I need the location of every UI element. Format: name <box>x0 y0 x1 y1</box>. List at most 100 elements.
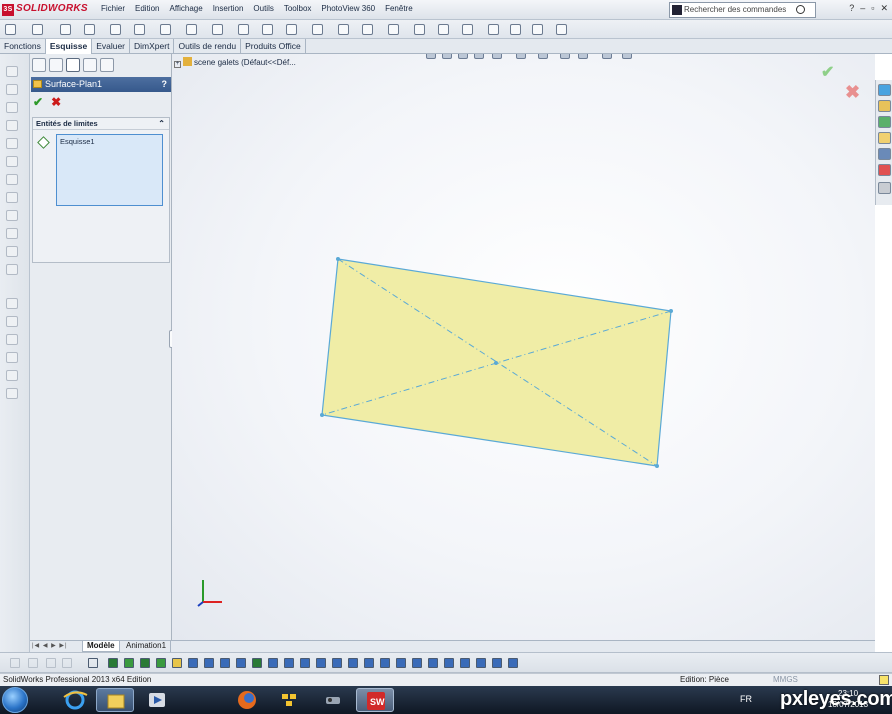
collapse-icon[interactable]: ⌃ <box>158 118 165 130</box>
help-button[interactable]: ? <box>162 77 168 92</box>
previous-view-icon[interactable] <box>458 54 468 59</box>
system-clock[interactable]: 23:10 18/07/2013 <box>828 688 868 710</box>
menu-fichier[interactable]: Fichier <box>96 4 130 13</box>
menu-outils[interactable]: Outils <box>248 4 278 13</box>
table-filter-icon[interactable] <box>428 658 438 668</box>
graphics-area[interactable]: + scene galets (Défaut<<Déf... ✔ ✖ <box>172 54 875 640</box>
routing-filter-icon[interactable] <box>444 658 454 668</box>
rapid-sketch-icon[interactable] <box>556 24 567 35</box>
start-button[interactable] <box>2 687 28 713</box>
chamfer-icon[interactable] <box>6 192 18 203</box>
tab-produits-office[interactable]: Produits Office <box>241 39 306 54</box>
apply-scene-icon[interactable] <box>578 54 588 59</box>
unit-system[interactable]: MMGS <box>773 674 798 686</box>
ok-button[interactable]: ✔ <box>33 95 43 109</box>
slot-icon[interactable] <box>110 24 121 35</box>
file-explorer-icon[interactable] <box>878 116 891 128</box>
confirm-corner-ok-icon[interactable]: ✔ <box>821 62 834 82</box>
help-icon[interactable]: ? <box>849 3 854 14</box>
dimxpert-manager-tab-icon[interactable] <box>83 58 97 72</box>
sketch-icon[interactable] <box>32 24 43 35</box>
move-view-icon[interactable] <box>622 54 632 59</box>
quick-snaps-icon[interactable] <box>532 24 543 35</box>
axis-filter-icon[interactable] <box>188 658 198 668</box>
confirm-corner-cancel-icon[interactable]: ✖ <box>845 82 860 103</box>
sketch-point[interactable] <box>320 413 324 417</box>
trim-icon[interactable] <box>338 24 349 35</box>
feature-manager-tab-icon[interactable] <box>32 58 46 72</box>
tolerance-filter-icon[interactable] <box>316 658 326 668</box>
firefox-icon[interactable] <box>228 688 266 712</box>
sketch-filter-icon[interactable] <box>108 658 118 668</box>
filter-edges-icon[interactable] <box>28 658 38 668</box>
feature-tree-root[interactable]: + scene galets (Défaut<<Déf... <box>174 57 296 68</box>
repair-sketch-icon[interactable] <box>510 24 521 35</box>
edit-appearance-icon[interactable] <box>560 54 570 59</box>
line-icon[interactable] <box>60 24 71 35</box>
menu-fenetre[interactable]: Fenêtre <box>380 4 418 13</box>
expand-icon[interactable]: + <box>174 61 181 68</box>
draft-icon[interactable] <box>6 228 18 239</box>
tab-evaluer[interactable]: Evaluer <box>92 39 131 54</box>
display-relations-icon[interactable] <box>488 24 499 35</box>
point-icon[interactable] <box>312 24 323 35</box>
appearances-icon[interactable] <box>878 148 891 160</box>
pattern-icon[interactable] <box>6 334 18 345</box>
menu-edition[interactable]: Edition <box>130 4 164 13</box>
cosmetic-thread-filter-icon[interactable] <box>348 658 358 668</box>
display-manager-tab-icon[interactable] <box>100 58 114 72</box>
view-settings-icon[interactable] <box>602 54 612 59</box>
body-filter-icon[interactable] <box>140 658 150 668</box>
boundary-icon[interactable] <box>6 138 18 149</box>
configuration-manager-tab-icon[interactable] <box>66 58 80 72</box>
text-icon[interactable] <box>286 24 297 35</box>
ellipse-icon[interactable] <box>238 24 249 35</box>
restore-button[interactable]: ▫ <box>871 3 874 14</box>
zoom-to-fit-icon[interactable] <box>426 54 436 59</box>
mirror-icon[interactable] <box>414 24 425 35</box>
media-player-icon[interactable] <box>138 688 176 712</box>
menu-affichage[interactable]: Affichage <box>164 4 207 13</box>
select-icon[interactable] <box>88 658 98 668</box>
tab-animation[interactable]: Animation1 <box>122 641 172 652</box>
internet-explorer-icon[interactable] <box>56 688 94 712</box>
dimension-filter-icon[interactable] <box>252 658 262 668</box>
solidworks-taskbar-icon[interactable]: SW <box>356 688 394 712</box>
hide-show-items-icon[interactable] <box>538 54 548 59</box>
offset-icon[interactable] <box>388 24 399 35</box>
view-orientation-icon[interactable] <box>492 54 502 59</box>
extrude-icon[interactable] <box>6 66 18 77</box>
tab-outils-de-rendu[interactable]: Outils de rendu <box>174 39 242 54</box>
menu-toolbox[interactable]: Toolbox <box>279 4 317 13</box>
feature-filter-icon[interactable] <box>124 658 134 668</box>
fillet-icon[interactable] <box>262 24 273 35</box>
list-item[interactable]: Esquisse1 <box>57 135 162 148</box>
wrap-icon[interactable] <box>6 264 18 275</box>
zoom-area-icon[interactable] <box>442 54 452 59</box>
surface-finish-filter-icon[interactable] <box>380 658 390 668</box>
smart-dimension-icon[interactable] <box>5 24 16 35</box>
tab-model[interactable]: Modèle <box>82 641 120 652</box>
face-filter-icon[interactable] <box>236 658 246 668</box>
linear-pattern-icon[interactable] <box>438 24 449 35</box>
display-style-icon[interactable] <box>516 54 526 59</box>
vertex-filter-icon[interactable] <box>204 658 214 668</box>
block-filter-icon[interactable] <box>412 658 422 668</box>
design-library-icon[interactable] <box>878 100 891 112</box>
center-mark-filter-icon[interactable] <box>476 658 486 668</box>
section-view-icon[interactable] <box>474 54 484 59</box>
polygon-icon[interactable] <box>186 24 197 35</box>
minimize-button[interactable]: – <box>860 3 865 14</box>
quick-tips-icon[interactable] <box>879 675 889 685</box>
close-button[interactable]: ✕ <box>880 3 888 14</box>
sweep-icon[interactable] <box>6 102 18 113</box>
sketch-point[interactable] <box>655 464 659 468</box>
convert-entities-icon[interactable] <box>362 24 373 35</box>
balloon-filter-icon[interactable] <box>332 658 342 668</box>
shell-icon[interactable] <box>6 210 18 221</box>
property-manager-tab-icon[interactable] <box>49 58 63 72</box>
move-entities-icon[interactable] <box>462 24 473 35</box>
view-palette-icon[interactable] <box>878 132 891 144</box>
hole-filter-icon[interactable] <box>364 658 374 668</box>
tab-fonctions[interactable]: Fonctions <box>0 39 46 54</box>
